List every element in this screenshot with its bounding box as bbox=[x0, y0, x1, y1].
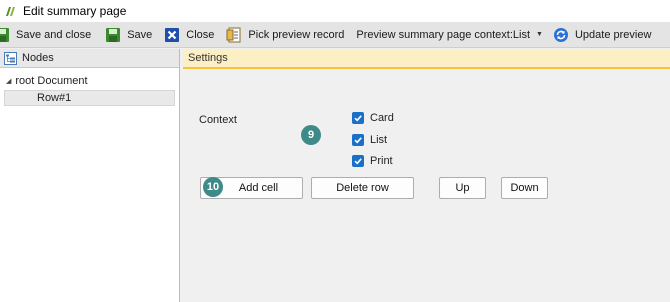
toolbar: Save and close Save Close Pick preview r… bbox=[0, 22, 670, 48]
card-checkbox-label: Card bbox=[370, 112, 394, 124]
move-down-button[interactable]: Down bbox=[501, 177, 548, 199]
context-list-checkbox-row[interactable]: List bbox=[352, 134, 387, 146]
nodes-panel: Nodes ◢ root Document Row#1 bbox=[0, 49, 180, 302]
expand-caret-icon[interactable]: ◢ bbox=[6, 77, 11, 85]
list-checkbox[interactable] bbox=[352, 134, 364, 146]
settings-panel: Settings Context 9 Card List Print Add c… bbox=[183, 49, 670, 302]
save-button[interactable]: Save bbox=[101, 24, 156, 46]
pick-record-icon bbox=[226, 27, 242, 43]
close-button[interactable]: Close bbox=[160, 24, 218, 46]
nodes-tree: ◢ root Document Row#1 bbox=[0, 68, 179, 106]
callout-marker-10: 10 bbox=[203, 177, 223, 197]
list-checkbox-label: List bbox=[370, 134, 388, 146]
delete-row-button[interactable]: Delete row bbox=[311, 177, 414, 199]
save-icon bbox=[105, 27, 121, 43]
dropdown-arrow-icon: ▼ bbox=[536, 31, 543, 38]
refresh-icon bbox=[553, 27, 569, 43]
preview-context-dropdown[interactable]: Preview summary page context:List ▼ bbox=[352, 24, 547, 46]
close-icon bbox=[164, 27, 180, 43]
context-print-checkbox-row[interactable]: Print bbox=[352, 155, 393, 167]
context-label: Context bbox=[199, 114, 237, 126]
callout-marker-9: 9 bbox=[301, 125, 321, 145]
move-up-button[interactable]: Up bbox=[439, 177, 486, 199]
settings-panel-header: Settings bbox=[183, 49, 670, 69]
card-checkbox[interactable] bbox=[352, 112, 364, 124]
save-and-close-button[interactable]: Save and close bbox=[0, 24, 95, 46]
save-and-close-icon bbox=[0, 27, 10, 43]
edit-summary-page-window: Edit summary page Save and close Save Cl… bbox=[0, 0, 670, 302]
app-logo-icon bbox=[4, 4, 18, 18]
nodes-panel-header: Nodes bbox=[0, 49, 179, 68]
context-card-checkbox-row[interactable]: Card bbox=[352, 112, 394, 124]
title-bar: Edit summary page bbox=[0, 0, 670, 22]
nodes-tree-icon bbox=[4, 51, 17, 65]
pick-preview-record-button[interactable]: Pick preview record bbox=[222, 24, 348, 46]
update-preview-button[interactable]: Update preview bbox=[549, 24, 655, 46]
tree-node-row-1[interactable]: Row#1 bbox=[4, 90, 175, 106]
print-checkbox[interactable] bbox=[352, 155, 364, 167]
window-title: Edit summary page bbox=[23, 4, 127, 18]
tree-node-root-document[interactable]: ◢ root Document bbox=[0, 73, 179, 89]
print-checkbox-label: Print bbox=[370, 155, 393, 167]
